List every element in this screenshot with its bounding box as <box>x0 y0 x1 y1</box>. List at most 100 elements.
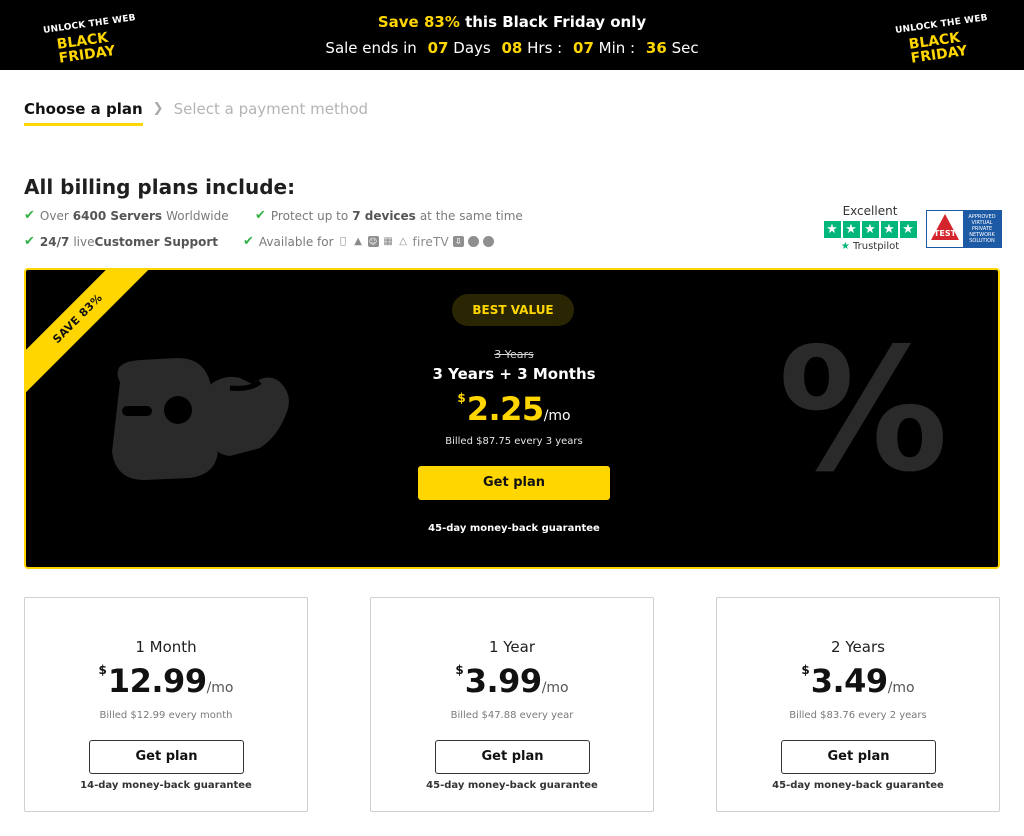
plan-per: /mo <box>541 680 569 696</box>
av-test-logo-icon: TEST <box>927 211 963 247</box>
plan-card-2-years[interactable]: 2 Years $3.49/mo Billed $83.76 every 2 y… <box>716 597 1000 812</box>
apple-icon:  <box>338 236 349 247</box>
plan-term: 1 Year <box>488 638 536 656</box>
trustpilot-stars: ★ ★ ★ ★ ★ <box>822 221 918 238</box>
feature-servers-count: 6400 Servers <box>72 208 163 223</box>
plan-amount: 3.49 <box>810 662 888 700</box>
star-icon: ★ <box>823 221 841 238</box>
plan-currency: $ <box>455 663 464 677</box>
trustpilot-badge[interactable]: Excellent ★ ★ ★ ★ ★ ★ Trustpilot <box>822 204 918 252</box>
promo-banner: UNLOCK THE WEB BLACK FRIDAY Save 83% this… <box>0 0 1024 70</box>
check-icon: ✔ <box>255 208 266 223</box>
plan-guarantee: 45-day money-back guarantee <box>772 780 944 791</box>
android-icon: ▲ <box>354 236 362 247</box>
av-test-approval: APPROVED VIRTUAL PRIVATE NETWORK SOLUTIO… <box>963 211 1001 247</box>
checkout-steps: Choose a plan ❯ Select a payment method <box>24 100 368 128</box>
step-payment-method[interactable]: Select a payment method <box>174 100 369 118</box>
linux-icon: △ <box>399 236 407 247</box>
plan-per: /mo <box>206 680 234 696</box>
countdown-timer: Sale ends in 07 Days 08 Hrs : 07 Min : 3… <box>250 38 774 58</box>
plan-amount: 12.99 <box>107 662 207 700</box>
original-term: 3 Years <box>494 348 534 361</box>
router-icon: ⇩ <box>452 236 464 247</box>
check-icon: ✔ <box>243 234 254 249</box>
plan-term: 2 Years <box>831 638 885 656</box>
trustpilot-brand: Trustpilot <box>852 241 900 252</box>
trustpilot-logo-icon: ★ <box>840 241 850 252</box>
featured-price: $2.25/mo <box>26 390 998 428</box>
star-icon: ★ <box>899 221 917 238</box>
plan-price: $12.99/mo <box>25 662 307 700</box>
plan-guarantee: 14-day money-back guarantee <box>80 780 252 791</box>
featured-billed: Billed $87.75 every 3 years <box>445 436 583 447</box>
feature-servers-pre: Over <box>39 208 69 223</box>
plan-billed: Billed $83.76 every 2 years <box>789 710 927 721</box>
plan-price: $3.99/mo <box>371 662 653 700</box>
plan-card-1-year[interactable]: 1 Year $3.99/mo Billed $47.88 every year… <box>370 597 654 812</box>
get-plan-button-1-month[interactable]: Get plan <box>89 740 244 774</box>
plan-billed: Billed $12.99 every month <box>99 710 233 721</box>
finder-icon: ☺ <box>367 236 379 247</box>
promo-rest: this Black Friday only <box>459 13 647 31</box>
promo-center: Save 83% this Black Friday only Sale end… <box>250 12 774 58</box>
get-plan-button-2-years[interactable]: Get plan <box>781 740 936 774</box>
black-friday-logo: UNLOCK THE WEB BLACK FRIDAY <box>43 13 137 67</box>
trustpilot-rating-label: Excellent <box>842 204 898 218</box>
feature-support-mid: live <box>73 234 95 249</box>
featured-term: 3 Years + 3 Months <box>432 365 596 383</box>
promo-accent: Save 83% <box>377 13 460 31</box>
countdown-seconds: 36 <box>645 39 667 57</box>
firefox-icon <box>482 236 494 247</box>
feature-servers: ✔ Over 6400 Servers Worldwide <box>24 208 229 223</box>
black-friday-logo-right: UNLOCK THE WEB BLACK FRIDAY <box>895 13 989 67</box>
featured-get-plan-button[interactable]: Get plan <box>418 466 610 500</box>
feature-support: ✔ 24/7 live Customer Support <box>24 234 222 249</box>
best-value-badge: BEST VALUE <box>452 294 574 326</box>
plan-term: 1 Month <box>135 638 197 656</box>
star-icon: ★ <box>861 221 879 238</box>
feature-available-label: Available for <box>258 234 334 249</box>
plan-currency: $ <box>801 663 810 677</box>
plan-per: /mo <box>887 680 915 696</box>
countdown-minutes: 07 <box>573 39 594 57</box>
countdown-days: 07 <box>427 39 449 57</box>
star-icon: ★ <box>842 221 860 238</box>
featured-per: /mo <box>543 408 571 424</box>
av-test-label: TEST <box>933 228 957 238</box>
feature-devices-count: 7 devices <box>352 208 416 223</box>
plan-guarantee: 45-day money-back guarantee <box>426 780 598 791</box>
feature-support-hours: 24/7 <box>39 234 70 249</box>
feature-servers-post: Worldwide <box>166 208 229 223</box>
chevron-right-icon: ❯ <box>152 101 164 116</box>
check-icon: ✔ <box>24 234 35 249</box>
featured-currency: $ <box>457 391 466 405</box>
chrome-icon <box>467 236 479 247</box>
plan-currency: $ <box>98 663 107 677</box>
firetv-icon: fireTV <box>412 234 449 249</box>
feature-platforms: ✔ Available for  ▲ ☺ ▦ △ fireTV ⇩ <box>243 234 494 249</box>
featured-guarantee: 45-day money-back guarantee <box>428 523 600 534</box>
featured-amount: 2.25 <box>466 390 544 428</box>
get-plan-button-1-year[interactable]: Get plan <box>435 740 590 774</box>
windows-icon: ▦ <box>383 236 393 247</box>
promo-headline: Save 83% this Black Friday only <box>250 12 774 32</box>
countdown-days-label: Days <box>453 39 491 57</box>
plan-amount: 3.99 <box>464 662 542 700</box>
countdown-minutes-label: Min : <box>598 39 636 57</box>
featured-plan-card: SAVE 83% % BEST VALUE 3 Years 3 Years + … <box>24 268 1000 569</box>
countdown-seconds-label: Sec <box>671 39 699 57</box>
plan-billed: Billed $47.88 every year <box>450 710 574 721</box>
feature-devices-pre: Protect up to <box>270 208 349 223</box>
sale-ends-label: Sale ends in <box>325 39 417 57</box>
countdown-hours-label: Hrs : <box>527 39 563 57</box>
star-icon: ★ <box>880 221 898 238</box>
plan-card-1-month[interactable]: 1 Month $12.99/mo Billed $12.99 every mo… <box>24 597 308 812</box>
countdown-hours: 08 <box>501 39 523 57</box>
feature-devices: ✔ Protect up to 7 devices at the same ti… <box>255 208 523 223</box>
features-title: All billing plans include: <box>24 175 296 199</box>
plan-price: $3.49/mo <box>717 662 999 700</box>
av-test-badge[interactable]: TEST APPROVED VIRTUAL PRIVATE NETWORK SO… <box>926 210 1002 248</box>
feature-support-label: Customer Support <box>94 234 218 249</box>
platform-icons:  ▲ ☺ ▦ △ fireTV ⇩ <box>338 235 494 249</box>
step-choose-plan[interactable]: Choose a plan <box>24 100 143 126</box>
